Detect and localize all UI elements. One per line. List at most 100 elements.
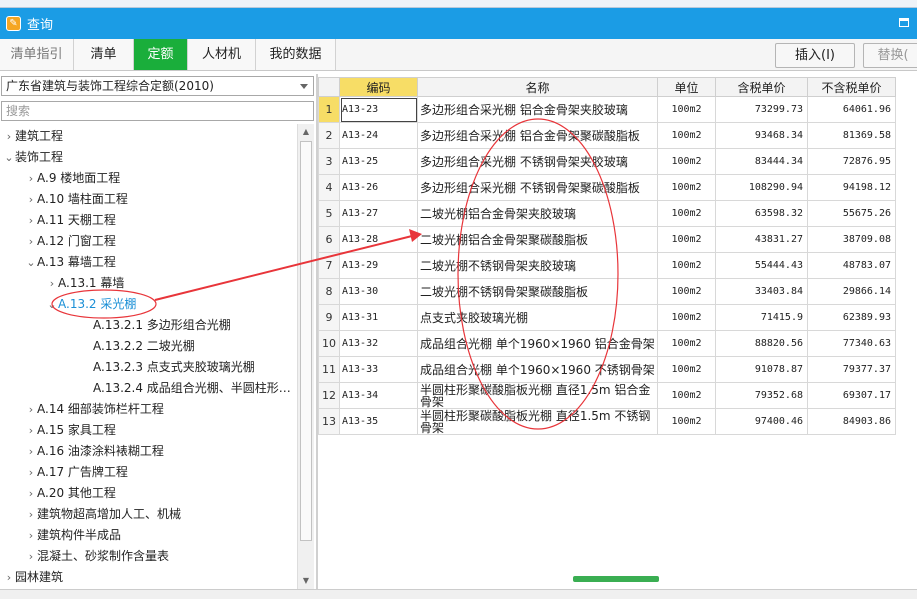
cell-name[interactable]: 多边形组合采光棚 铝合金骨架聚碳酸脂板 (417, 122, 658, 149)
chevron-right-icon[interactable]: › (25, 169, 37, 189)
insert-button[interactable]: 插入(I) (775, 43, 855, 68)
row-number[interactable]: 2 (318, 122, 340, 149)
cell-price-tax[interactable]: 108290.94 (715, 174, 808, 201)
scroll-up-icon[interactable]: ▲ (298, 124, 314, 140)
cell-price-tax[interactable]: 43831.27 (715, 226, 808, 253)
cell-unit[interactable]: 100m2 (657, 408, 716, 435)
tab-my-data[interactable]: 我的数据 (256, 39, 336, 70)
cell-price-notax[interactable]: 38709.08 (807, 226, 896, 253)
cell-price-tax[interactable]: 55444.43 (715, 252, 808, 279)
chevron-right-icon[interactable]: › (25, 190, 37, 210)
chevron-down-icon[interactable]: ⌄ (46, 295, 58, 315)
tree-node[interactable]: › A.13.1 幕墙 (46, 273, 125, 293)
cell-price-tax[interactable]: 97400.46 (715, 408, 808, 435)
cell-price-tax[interactable]: 33403.84 (715, 278, 808, 305)
cell-price-notax[interactable]: 77340.63 (807, 330, 896, 357)
cell-name[interactable]: 半圆柱形聚碳酸脂板光棚 直径1.5m 不锈钢骨架 (417, 408, 658, 435)
cell-price-notax[interactable]: 48783.07 (807, 252, 896, 279)
cell-code[interactable]: A13-33 (339, 356, 418, 383)
cell-code[interactable]: A13-28 (339, 226, 418, 253)
cell-name[interactable]: 多边形组合采光棚 铝合金骨架夹胶玻璃 (417, 96, 658, 123)
cell-code[interactable]: A13-30 (339, 278, 418, 305)
scroll-down-icon[interactable]: ▼ (298, 573, 314, 589)
cell-unit[interactable]: 100m2 (657, 200, 716, 227)
row-number[interactable]: 11 (318, 356, 340, 383)
tree-scrollbar[interactable]: ▲ ▼ (297, 124, 314, 589)
tree-node[interactable]: › A.15 家具工程 (25, 420, 116, 440)
chevron-right-icon[interactable]: › (25, 232, 37, 252)
tree-node[interactable]: › 建筑工程 (3, 126, 63, 146)
chevron-right-icon[interactable]: › (25, 505, 37, 525)
cell-unit[interactable]: 100m2 (657, 174, 716, 201)
tab-labor-material[interactable]: 人材机 (188, 39, 256, 70)
table-row[interactable]: 3 A13-25 多边形组合采光棚 不锈钢骨架夹胶玻璃 100m2 83444.34 72… (318, 148, 896, 175)
cell-code[interactable]: A13-31 (339, 304, 418, 331)
tree-node[interactable]: › A.17 广告牌工程 (25, 462, 128, 482)
cell-price-notax[interactable]: 79377.37 (807, 356, 896, 383)
tree-node[interactable]: › 建筑物超高增加人工、机械 (25, 504, 181, 524)
tree-node[interactable]: › 园林建筑 (3, 567, 63, 587)
table-row[interactable]: 5 A13-27 二坡光棚铝合金骨架夹胶玻璃 100m2 63598.32 55675.2… (318, 200, 896, 227)
tree-node[interactable]: ⌄装饰工程 (3, 147, 63, 167)
chevron-right-icon[interactable]: › (3, 568, 15, 588)
cell-name[interactable]: 多边形组合采光棚 不锈钢骨架夹胶玻璃 (417, 148, 658, 175)
bottom-splitter-handle[interactable] (573, 576, 659, 582)
table-row[interactable]: 6 A13-28 二坡光棚铝合金骨架聚碳酸脂板 100m2 43831.27 38709.… (318, 226, 896, 253)
search-input[interactable] (1, 101, 314, 121)
column-header-price-notax[interactable]: 不含税单价 (807, 77, 896, 97)
cell-name[interactable]: 点支式夹胶玻璃光棚 (417, 304, 658, 331)
chevron-down-icon[interactable]: ⌄ (3, 148, 15, 168)
cell-price-notax[interactable]: 62389.93 (807, 304, 896, 331)
cell-price-tax[interactable]: 83444.34 (715, 148, 808, 175)
tree-node[interactable]: A.13.2.2 二坡光棚 (81, 336, 195, 356)
cell-code[interactable]: A13-34 (339, 382, 418, 409)
table-row[interactable]: 10 A13-32 成品组合光棚 单个1960×1960 铝合金骨架 100m2 888… (318, 330, 896, 357)
cell-unit[interactable]: 100m2 (657, 122, 716, 149)
chevron-right-icon[interactable]: › (25, 421, 37, 441)
row-number[interactable]: 8 (318, 278, 340, 305)
table-row[interactable]: 1 A13-23 多边形组合采光棚 铝合金骨架夹胶玻璃 100m2 73299.73 64… (318, 96, 896, 123)
table-row[interactable]: 11 A13-33 成品组合光棚 单个1960×1960 不锈钢骨架 100m2 910… (318, 356, 896, 383)
cell-name[interactable]: 半圆柱形聚碳酸脂板光棚 直径1.5m 铝合金骨架 (417, 382, 658, 409)
cell-price-notax[interactable]: 84903.86 (807, 408, 896, 435)
tab-bill[interactable]: 清单 (74, 39, 134, 70)
cell-unit[interactable]: 100m2 (657, 382, 716, 409)
chevron-right-icon[interactable]: › (25, 484, 37, 504)
chevron-right-icon[interactable]: › (25, 400, 37, 420)
cell-price-tax[interactable]: 63598.32 (715, 200, 808, 227)
row-number[interactable]: 3 (318, 148, 340, 175)
table-row[interactable]: 2 A13-24 多边形组合采光棚 铝合金骨架聚碳酸脂板 100m2 93468.34 8… (318, 122, 896, 149)
maximize-icon[interactable] (899, 18, 909, 27)
cell-unit[interactable]: 100m2 (657, 148, 716, 175)
cell-code[interactable]: A13-32 (339, 330, 418, 357)
cell-name[interactable]: 二坡光棚铝合金骨架聚碳酸脂板 (417, 226, 658, 253)
cell-unit[interactable]: 100m2 (657, 278, 716, 305)
chevron-right-icon[interactable]: › (25, 463, 37, 483)
tree-node[interactable]: › 混凝土、砂浆制作含量表 (25, 546, 169, 566)
cell-unit[interactable]: 100m2 (657, 356, 716, 383)
tree-node[interactable]: › A.9 楼地面工程 (25, 168, 120, 188)
tree-node[interactable]: › A.14 细部装饰栏杆工程 (25, 399, 164, 419)
cell-price-notax[interactable]: 29866.14 (807, 278, 896, 305)
cell-price-tax[interactable]: 79352.68 (715, 382, 808, 409)
tree-node[interactable]: › 建筑构件半成品 (25, 525, 121, 545)
cell-name[interactable]: 成品组合光棚 单个1960×1960 铝合金骨架 (417, 330, 658, 357)
tree-node[interactable]: › A.11 天棚工程 (25, 210, 116, 230)
cell-unit[interactable]: 100m2 (657, 226, 716, 253)
chevron-right-icon[interactable]: › (25, 211, 37, 231)
column-header-unit[interactable]: 单位 (657, 77, 716, 97)
cell-code[interactable]: A13-23 (339, 96, 418, 123)
cell-price-tax[interactable]: 93468.34 (715, 122, 808, 149)
cell-price-tax[interactable]: 73299.73 (715, 96, 808, 123)
tree-node[interactable]: › A.12 门窗工程 (25, 231, 116, 251)
tree-node[interactable]: › A.10 墙柱面工程 (25, 189, 128, 209)
chevron-right-icon[interactable]: › (25, 526, 37, 546)
cell-code[interactable]: A13-26 (339, 174, 418, 201)
cell-name[interactable]: 二坡光棚铝合金骨架夹胶玻璃 (417, 200, 658, 227)
row-number[interactable]: 6 (318, 226, 340, 253)
column-header-name[interactable]: 名称 (417, 77, 658, 97)
cell-code[interactable]: A13-25 (339, 148, 418, 175)
table-row[interactable]: 12 A13-34 半圆柱形聚碳酸脂板光棚 直径1.5m 铝合金骨架 100m2 793… (318, 382, 896, 409)
cell-price-notax[interactable]: 64061.96 (807, 96, 896, 123)
tree-node[interactable]: › A.16 油漆涂料裱糊工程 (25, 441, 164, 461)
